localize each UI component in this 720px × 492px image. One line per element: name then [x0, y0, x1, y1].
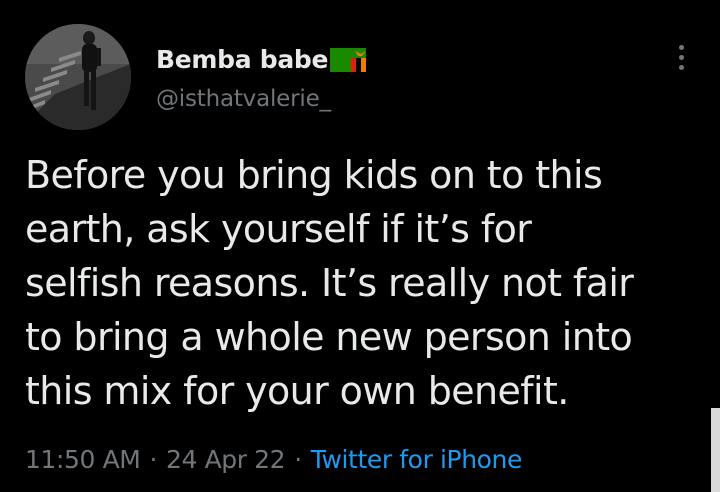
tweet-source-link[interactable]: Twitter for iPhone — [311, 445, 523, 474]
tweet-date[interactable]: 24 Apr 22 — [166, 445, 286, 474]
tweet-text-line: this mix for your own benefit. — [25, 369, 569, 413]
tweet-text-line: selfish reasons. It’s really not fair — [25, 261, 634, 305]
profile-photo-icon — [25, 24, 131, 130]
display-name[interactable]: Bemba babe — [156, 45, 328, 74]
scrollbar-edge — [711, 408, 720, 492]
more-options-icon[interactable] — [670, 40, 692, 74]
zambia-flag-icon — [330, 48, 367, 72]
tweet-metadata: 11:50 AM · 24 Apr 22 · Twitter for iPhon… — [25, 441, 522, 477]
more-dot — [678, 54, 684, 60]
more-dot — [678, 64, 684, 70]
meta-separator: · — [294, 444, 302, 474]
tweet-text-line: earth, ask yourself if it’s for — [25, 207, 532, 251]
display-name-row[interactable]: Bemba babe — [156, 42, 367, 76]
more-dot — [678, 44, 684, 50]
tweet-text: Before you bring kids on to this earth, … — [25, 148, 705, 418]
tweet-time[interactable]: 11:50 AM — [25, 445, 141, 474]
user-handle[interactable]: @isthatvalerie_ — [156, 86, 331, 112]
tweet-text-line: to bring a whole new person into — [25, 315, 633, 359]
tweet-text-line: Before you bring kids on to this — [25, 153, 603, 197]
meta-separator: · — [149, 444, 158, 474]
avatar[interactable] — [25, 24, 131, 130]
